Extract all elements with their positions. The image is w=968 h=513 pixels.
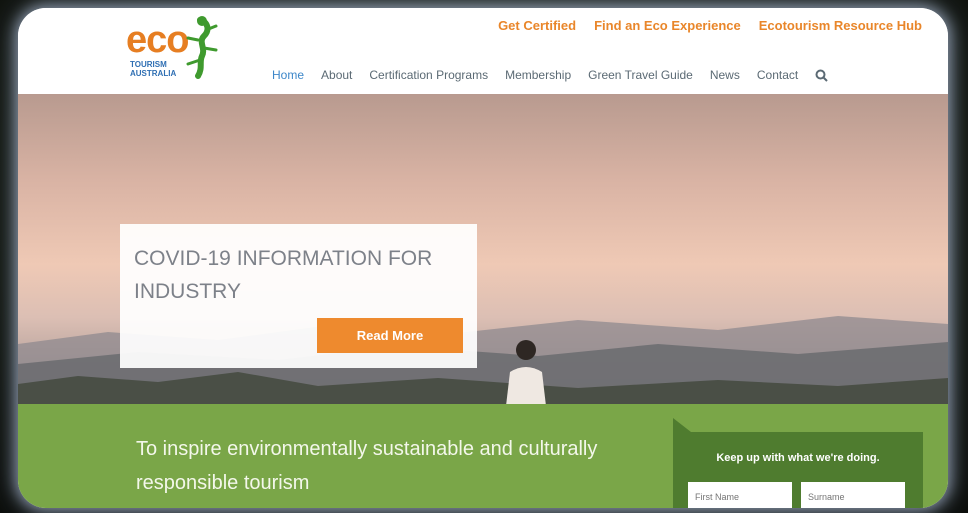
- logo-subtitle: TOURISM AUSTRALIA: [130, 60, 176, 78]
- mission-band: To inspire environmentally sustainable a…: [18, 404, 948, 508]
- nav-contact[interactable]: Contact: [757, 68, 798, 82]
- nav-news[interactable]: News: [710, 68, 740, 82]
- newsletter-signup-box: Keep up with what we're doing.: [673, 432, 923, 508]
- find-eco-experience-link[interactable]: Find an Eco Experience: [594, 18, 741, 33]
- search-icon[interactable]: [815, 69, 828, 82]
- nav-home[interactable]: Home: [272, 68, 304, 82]
- person-silhouette-image: [506, 340, 546, 404]
- covid-info-card: COVID-19 INFORMATION FOR INDUSTRY Read M…: [120, 224, 477, 368]
- nav-membership[interactable]: Membership: [505, 68, 571, 82]
- top-links: Get Certified Find an Eco Experience Eco…: [498, 18, 922, 33]
- surname-input[interactable]: [801, 482, 905, 508]
- gecko-icon: [186, 16, 218, 79]
- main-nav: Home About Certification Programs Member…: [272, 68, 828, 82]
- signup-title: Keep up with what we're doing.: [716, 452, 880, 464]
- get-certified-link[interactable]: Get Certified: [498, 18, 576, 33]
- read-more-button[interactable]: Read More: [317, 318, 463, 353]
- signup-notch: [673, 418, 691, 432]
- hero-banner: COVID-19 INFORMATION FOR INDUSTRY Read M…: [18, 94, 948, 404]
- covid-card-title: COVID-19 INFORMATION FOR INDUSTRY: [134, 247, 433, 303]
- site-header: eco TOURISM AUSTRALIA Get Certified Find…: [18, 8, 948, 94]
- nav-certification-programs[interactable]: Certification Programs: [369, 68, 488, 82]
- logo-line1: TOURISM: [130, 60, 167, 69]
- mission-statement: To inspire environmentally sustainable a…: [136, 438, 598, 494]
- ecotourism-resource-hub-link[interactable]: Ecotourism Resource Hub: [759, 18, 922, 33]
- website-screenshot-frame: eco TOURISM AUSTRALIA Get Certified Find…: [18, 8, 948, 508]
- nav-green-travel-guide[interactable]: Green Travel Guide: [588, 68, 693, 82]
- first-name-input[interactable]: [688, 482, 792, 508]
- logo-line2: AUSTRALIA: [130, 69, 177, 78]
- eco-tourism-australia-logo[interactable]: eco TOURISM AUSTRALIA: [126, 16, 226, 84]
- nav-about[interactable]: About: [321, 68, 352, 82]
